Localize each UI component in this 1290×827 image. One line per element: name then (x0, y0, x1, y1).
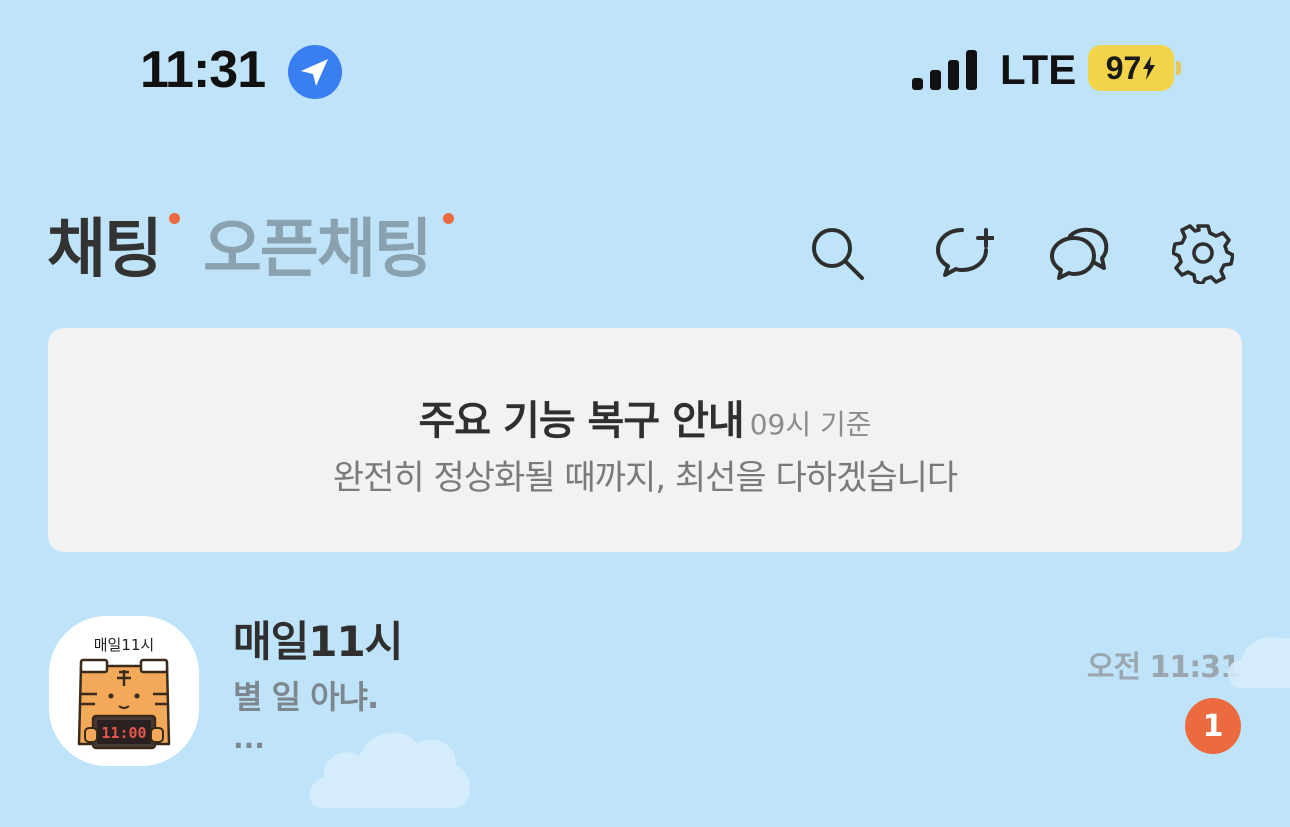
tab-openchat[interactable]: 오픈채팅 (203, 210, 433, 290)
chat-preview-more: ... (233, 722, 265, 755)
cellular-signal-icon (912, 48, 978, 90)
new-chat-icon (936, 228, 996, 277)
chat-avatar[interactable]: 매일11시 11:00 (49, 616, 199, 766)
notice-time-note: 09시 기준 (749, 408, 872, 441)
chat-list-item[interactable]: 매일11시 11:00 매일11시 별 일 아냐. ... 오전 11:31 1 (0, 590, 1290, 790)
location-arrow-icon (287, 44, 343, 100)
chat-name: 매일11시 (233, 617, 403, 666)
settings-button[interactable] (1171, 222, 1235, 286)
avatar-label: 매일11시 (94, 636, 155, 654)
open-chat-icon (1050, 227, 1109, 280)
open-chat-button[interactable] (1048, 222, 1110, 284)
battery-indicator: 97 (1088, 45, 1174, 91)
lightning-bolt-icon (1143, 56, 1156, 80)
battery-nub (1176, 61, 1181, 75)
notice-header: 주요 기능 복구 안내 09시 기준 (48, 388, 1242, 446)
battery-percent: 97 (1105, 49, 1142, 86)
unread-count-badge: 1 (1185, 698, 1241, 754)
new-chat-button[interactable] (932, 222, 996, 284)
settings-icon (1171, 224, 1235, 286)
new-indicator-dot (169, 213, 180, 224)
notice-message: 완전히 정상화될 때까지, 최선을 다하겠습니다 (332, 458, 958, 498)
tab-chat[interactable]: 채팅 (47, 210, 163, 290)
chat-timestamp: 오전 11:31 (1086, 650, 1241, 685)
search-button[interactable] (806, 222, 868, 284)
search-icon (812, 228, 864, 280)
new-indicator-dot (443, 213, 454, 224)
chat-preview: 별 일 아냐. (233, 678, 379, 716)
avatar-clock: 11:00 (101, 724, 146, 742)
status-time: 11:31 (140, 41, 266, 99)
network-type-label: LTE (1000, 46, 1077, 93)
notice-banner[interactable]: 주요 기능 복구 안내 09시 기준 완전히 정상화될 때까지, 최선을 다하겠습… (48, 328, 1242, 552)
notice-title: 주요 기능 복구 안내 (418, 398, 745, 444)
